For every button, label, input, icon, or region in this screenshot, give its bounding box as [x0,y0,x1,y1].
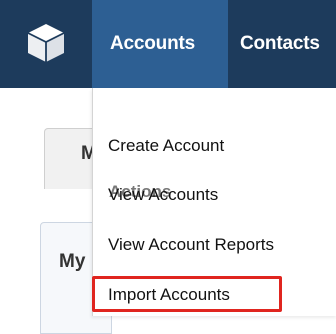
cube-icon [27,24,65,62]
logo[interactable] [0,0,92,88]
tab-accounts[interactable]: Accounts [92,0,228,88]
background-panel-label: My [59,251,86,272]
top-navbar: Accounts Contacts [0,0,336,88]
menu-item-view-account-reports[interactable]: View Account Reports [108,235,274,255]
menu-item-create-account[interactable]: Create Account [108,136,224,156]
tab-contacts[interactable]: Contacts [240,0,336,88]
menu-item-view-accounts[interactable]: View Accounts [108,185,218,205]
highlight-box [92,276,282,312]
